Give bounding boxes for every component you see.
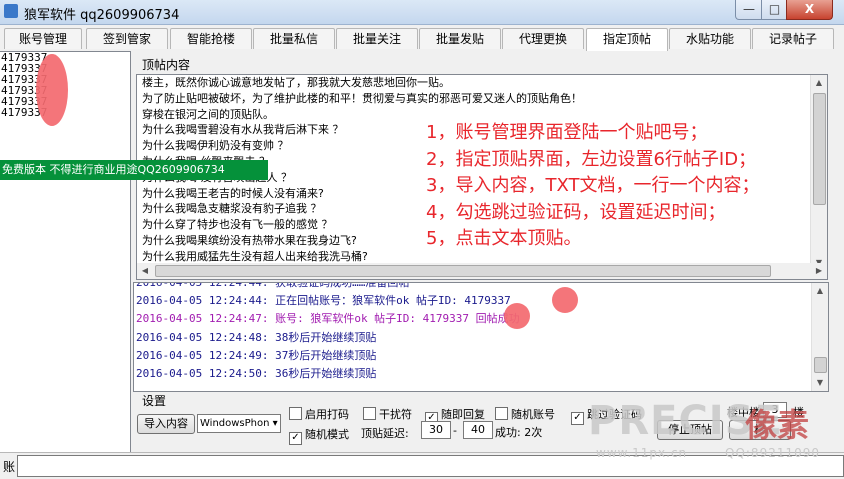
instruction-line: 2，指定顶贴界面，左边设置6行帖子ID； <box>426 148 757 170</box>
app-icon <box>4 4 18 18</box>
redaction-mark <box>552 287 578 313</box>
checkbox-box: ✓ <box>571 412 584 425</box>
checkbox-box <box>363 407 376 420</box>
checkbox-box <box>289 407 302 420</box>
redaction-mark <box>36 54 68 126</box>
checkbox-box: ✓ <box>289 432 302 445</box>
instruction-line: 1，账号管理界面登陆一个贴吧号； <box>426 122 708 143</box>
instruction-line: 5，点击文本顶贴。 <box>426 228 582 249</box>
watermark-site: www.11px.cn <box>596 446 688 460</box>
close-button[interactable]: X <box>786 0 833 20</box>
minimize-button[interactable]: — <box>735 0 763 20</box>
tab-bump-post[interactable]: 指定顶帖 <box>586 28 668 51</box>
success-count: 成功: 2次 <box>495 426 543 439</box>
scroll-up-arrow-icon[interactable]: ▲ <box>812 283 828 299</box>
log-line: 2016-04-05 12:24:44: 获取验证码成功……准备回帖 <box>136 282 410 289</box>
maximize-button[interactable]: □ <box>761 0 788 20</box>
import-content-button[interactable]: 导入内容 <box>137 414 195 434</box>
tab-bar: 账号管理 签到管家 智能抢楼 批量私信 批量关注 批量发贴 代理更换 指定顶帖 … <box>0 28 844 51</box>
content-vertical-scrollbar[interactable]: ▲ ▼ <box>810 75 827 271</box>
log-line: 2016-04-05 12:24:44: 正在回帖账号：狼军软件ok 帖子ID:… <box>136 294 511 308</box>
instruction-overlay: 1，账号管理界面登陆一个贴吧号； 2，指定顶贴界面，左边设置6行帖子ID； 3，… <box>426 120 759 253</box>
window-title: 狼军软件 qq2609906734 <box>24 8 180 23</box>
scroll-right-arrow-icon[interactable]: ▶ <box>811 263 827 279</box>
tab-bulk-message[interactable]: 批量私信 <box>253 28 335 49</box>
scroll-thumb[interactable] <box>814 357 827 373</box>
scroll-left-arrow-icon[interactable]: ◀ <box>137 263 153 279</box>
watermark-cn: 像素 <box>745 406 810 444</box>
tab-record-post[interactable]: 记录帖子 <box>752 28 834 49</box>
checkbox-label: 干扰符 <box>379 408 412 421</box>
status-input[interactable] <box>17 455 844 477</box>
instruction-line: 3，导入内容，TXT文档，一行一个内容； <box>426 175 760 196</box>
free-version-banner: 免费版本 不得进行商业用途QQ2609906734 <box>0 160 268 180</box>
client-mode-select[interactable]: WindowsPhon ▾ <box>197 414 281 433</box>
watermark-qq: QQ:89211090 <box>725 446 821 460</box>
delay-max-input[interactable]: 40 <box>463 421 493 439</box>
checkbox-box <box>495 407 508 420</box>
content-horizontal-scrollbar[interactable]: ◀ ▶ <box>136 263 828 280</box>
random-account-checkbox[interactable]: 随机账号 <box>495 406 555 422</box>
instruction-line: 4，勾选跳过验证码，设置延迟时间； <box>426 201 726 223</box>
status-label: 账 <box>3 460 16 474</box>
redaction-mark <box>504 303 530 329</box>
log-line: 2016-04-05 12:24:47: 账号: 狼军软件ok 帖子ID: 41… <box>136 312 520 326</box>
no-disturb-checkbox[interactable]: 干扰符 <box>363 406 412 422</box>
delay-separator: - <box>453 424 457 437</box>
log-output[interactable]: 2016-04-05 12:24:44: 获取验证码成功……准备回帖 2016-… <box>133 282 829 392</box>
post-id-list[interactable]: 4179337 4179337 4179337 4179337 4179337 … <box>0 51 131 453</box>
content-line: 为了防止贴吧被破坏，为了维护此楼的和平！贯彻爱与真实的邪恶可爱又迷人的顶贴角色！ <box>142 91 582 105</box>
client-mode-value: WindowsPhon <box>200 418 270 429</box>
status-bar: 账 <box>0 452 844 479</box>
log-line: 2016-04-05 12:24:50: 36秒后开始继续顶贴 <box>136 367 377 381</box>
scroll-thumb[interactable] <box>813 93 826 205</box>
tab-checkin[interactable]: 签到管家 <box>86 28 168 49</box>
tab-grab-floor[interactable]: 智能抢楼 <box>170 28 252 49</box>
checkbox-label: 随机账号 <box>511 408 555 421</box>
scroll-up-arrow-icon[interactable]: ▲ <box>811 75 827 91</box>
content-group-label: 顶帖内容 <box>140 56 193 73</box>
tab-proxy[interactable]: 代理更换 <box>502 28 584 49</box>
random-mode-checkbox[interactable]: ✓ 随机模式 <box>289 426 349 445</box>
enable-captcha-checkbox[interactable]: 启用打码 <box>289 406 349 422</box>
tab-bulk-follow[interactable]: 批量关注 <box>336 28 418 49</box>
title-bar: 狼军软件 qq2609906734 — □ X <box>0 0 844 25</box>
checkbox-label: 随即回复 <box>441 408 485 421</box>
scroll-down-arrow-icon[interactable]: ▼ <box>812 375 828 391</box>
tab-bulk-post[interactable]: 批量发贴 <box>419 28 501 49</box>
checkbox-label: 随机模式 <box>305 428 349 441</box>
delay-min-input[interactable]: 30 <box>421 421 451 439</box>
tab-water-post[interactable]: 水贴功能 <box>669 28 751 49</box>
scroll-thumb[interactable] <box>155 265 771 277</box>
log-line: 2016-04-05 12:24:49: 37秒后开始继续顶贴 <box>136 348 377 362</box>
log-vertical-scrollbar[interactable]: ▲ ▼ <box>811 283 828 391</box>
tab-account[interactable]: 账号管理 <box>4 28 82 49</box>
log-line: 2016-04-05 12:24:48: 38秒后开始继续顶贴 <box>136 330 377 344</box>
content-line: 楼主，既然你诚心诚意地发帖了，那我就大发慈悲地回你一贴。 <box>142 76 450 89</box>
delay-label: 顶贴延迟: <box>361 427 409 440</box>
checkbox-label: 启用打码 <box>305 408 349 421</box>
